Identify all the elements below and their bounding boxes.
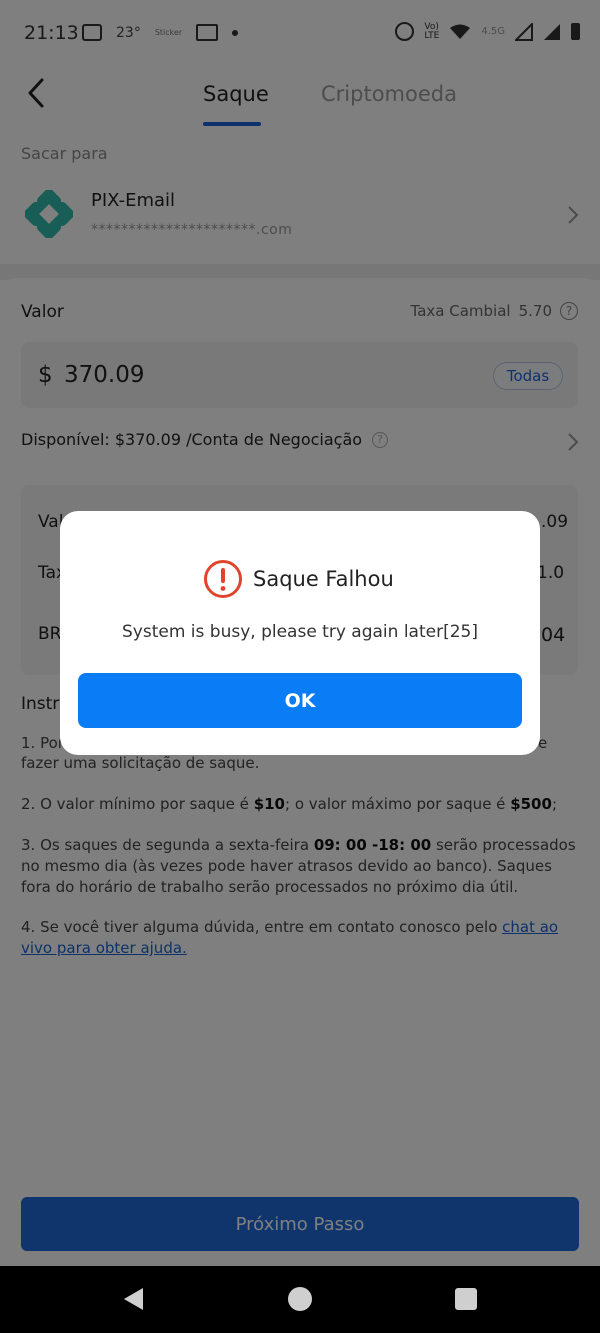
nav-recents-icon[interactable] [454, 1287, 478, 1311]
dialog-message: System is busy, please try again later[2… [122, 622, 478, 642]
nav-home-icon[interactable] [287, 1286, 313, 1312]
nav-back-icon[interactable] [121, 1286, 147, 1312]
navigation-bar [0, 1266, 600, 1333]
ok-button[interactable]: OK [78, 673, 522, 728]
error-icon [204, 560, 242, 598]
dialog-title: Saque Falhou [253, 567, 394, 591]
